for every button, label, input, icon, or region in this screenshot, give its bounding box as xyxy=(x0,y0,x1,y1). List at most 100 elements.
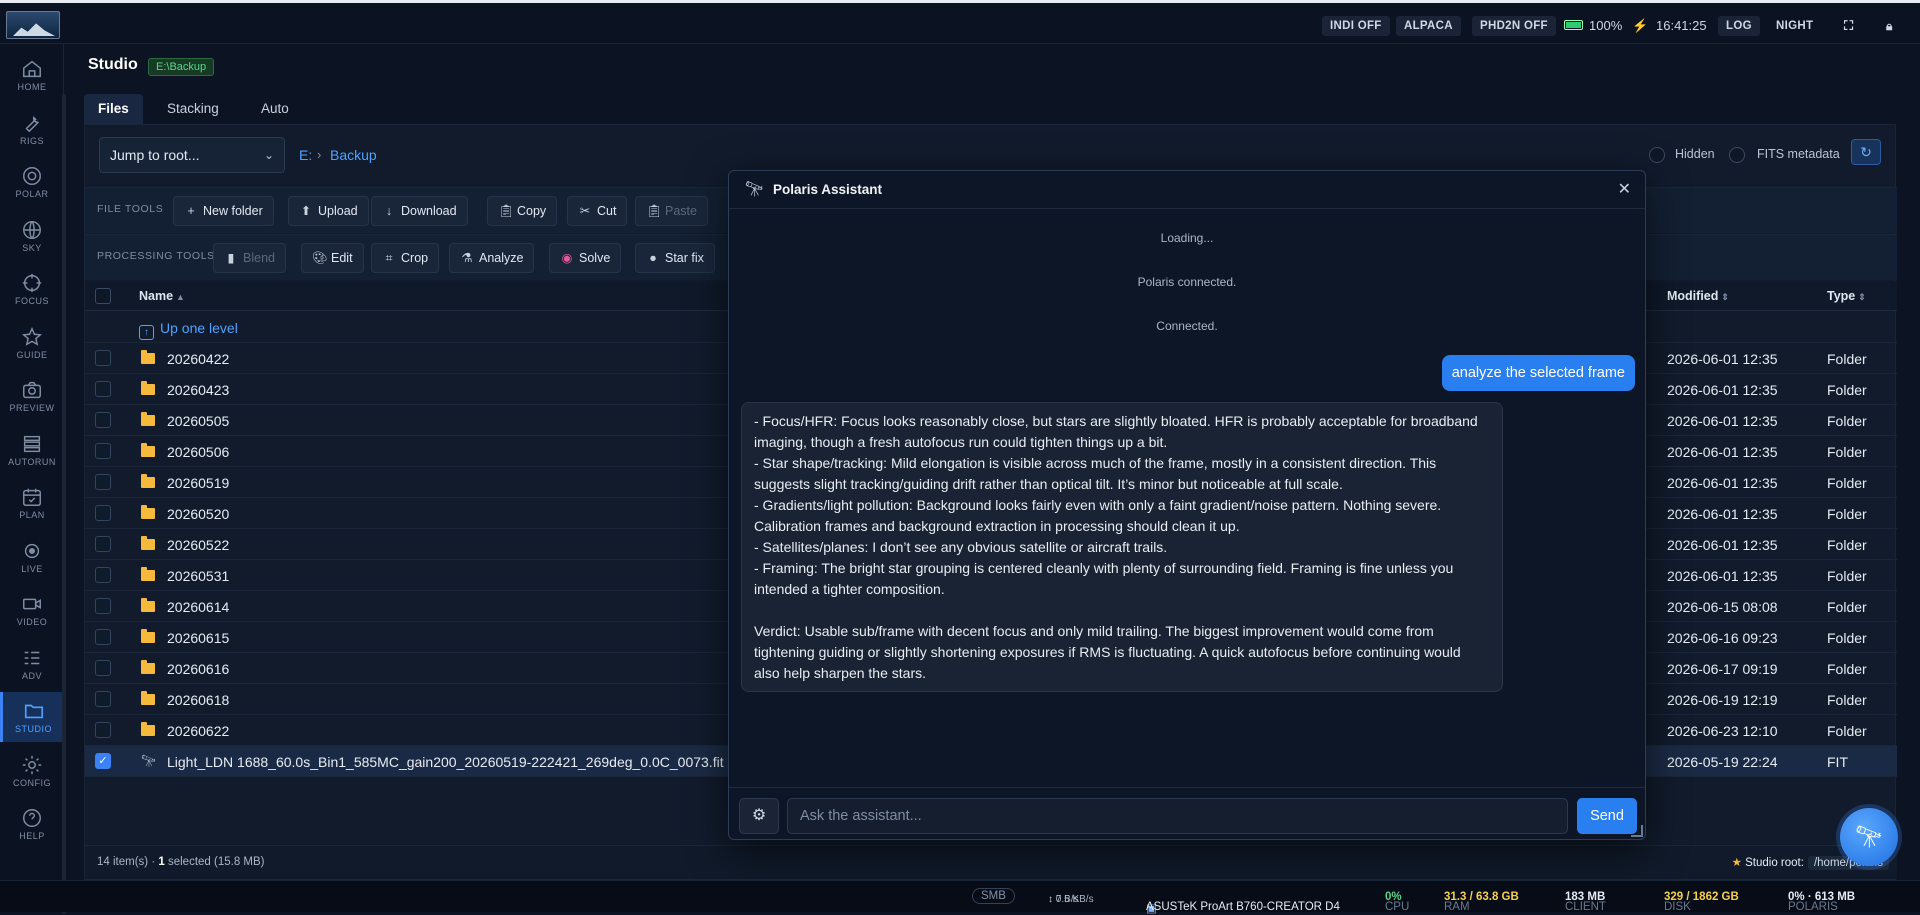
copy-button[interactable]: 📋︎ Copy xyxy=(487,196,558,226)
row-checkbox[interactable] xyxy=(95,629,111,645)
hidden-label: Hidden xyxy=(1675,147,1715,161)
download-button[interactable]: ↓ Download xyxy=(371,196,468,226)
tab-stacking[interactable]: Stacking xyxy=(153,94,233,124)
sidebar-item-label: FOCUS xyxy=(15,296,49,306)
row-checkbox[interactable] xyxy=(95,691,111,707)
file-name: 20260614 xyxy=(167,599,230,615)
column-type[interactable]: Type ⇕ xyxy=(1827,289,1866,303)
row-checkbox[interactable] xyxy=(95,660,111,676)
star-fix-icon: ● xyxy=(649,251,657,265)
breadcrumb-root[interactable]: E: xyxy=(299,147,312,163)
up-one-level-link[interactable]: ↑ Up one level xyxy=(139,320,238,340)
phd2-status[interactable]: PHD2N OFF xyxy=(1472,16,1556,36)
assistant-composer: ⚙ Ask the assistant... Send xyxy=(729,787,1645,839)
file-modified: 2026-06-01 12:35 xyxy=(1667,444,1778,460)
file-type: Folder xyxy=(1827,382,1867,398)
row-checkbox[interactable] xyxy=(95,567,111,583)
refresh-button[interactable]: ↻ xyxy=(1851,139,1881,165)
close-icon[interactable]: ✕ xyxy=(1618,179,1631,199)
row-checkbox[interactable]: ✓ xyxy=(95,753,111,769)
new-folder-button[interactable]: + New folder xyxy=(173,196,274,226)
indi-status[interactable]: INDI OFF xyxy=(1322,16,1390,36)
sidebar-item-adv[interactable]: ADV xyxy=(0,639,64,689)
tab-auto-workflow[interactable]: Auto Workflow xyxy=(247,94,330,146)
processing-tools-label: PROCESSING TOOLS xyxy=(97,250,215,262)
sidebar-item-plan[interactable]: PLAN xyxy=(0,478,64,528)
app-logo[interactable] xyxy=(6,11,60,39)
paste-icon: 📋︎ xyxy=(646,204,662,218)
sidebar-item-sky[interactable]: SKY xyxy=(0,211,64,261)
select-all-checkbox[interactable] xyxy=(95,288,111,304)
row-checkbox[interactable] xyxy=(95,381,111,397)
jump-select[interactable]: Jump to root... ⌄ xyxy=(99,137,285,173)
stat-label: DISK xyxy=(1664,901,1691,913)
row-checkbox[interactable] xyxy=(95,412,111,428)
sidebar-item-video[interactable]: VIDEO xyxy=(0,585,64,635)
folder-icon xyxy=(141,660,155,674)
sidebar-item-label: AUTORUN xyxy=(8,457,56,467)
fits-metadata-checkbox[interactable] xyxy=(1729,147,1745,163)
row-checkbox[interactable] xyxy=(95,598,111,614)
row-checkbox[interactable] xyxy=(95,474,111,490)
alpaca-status[interactable]: ALPACA xyxy=(1396,16,1461,36)
settings-button[interactable]: ⚙ xyxy=(739,798,779,834)
sidebar-item-preview[interactable]: PREVIEW xyxy=(0,371,64,421)
row-checkbox[interactable] xyxy=(95,350,111,366)
clock: 16:41:25 xyxy=(1656,18,1707,33)
file-name: 20260522 xyxy=(167,537,230,553)
sidebar-item-autorun[interactable]: AUTORUN xyxy=(0,425,64,475)
star-fix-button[interactable]: ● Star fix xyxy=(635,243,715,273)
column-modified[interactable]: Modified ⇕ xyxy=(1667,289,1729,303)
file-modified: 2026-06-15 08:08 xyxy=(1667,599,1778,615)
log-button[interactable]: LOG xyxy=(1718,16,1760,36)
lock-icon[interactable]: 🔒︎ xyxy=(1878,16,1901,36)
hidden-checkbox[interactable] xyxy=(1649,147,1665,163)
sidebar-item-studio[interactable]: STUDIO xyxy=(0,692,64,742)
file-modified: 2026-06-01 12:35 xyxy=(1667,475,1778,491)
night-button[interactable]: NIGHT xyxy=(1768,16,1821,36)
resize-handle[interactable] xyxy=(1631,825,1643,837)
row-checkbox[interactable] xyxy=(95,443,111,459)
sidebar-item-help[interactable]: HELP xyxy=(0,799,64,849)
file-modified: 2026-06-01 12:35 xyxy=(1667,506,1778,522)
file-name: 20260622 xyxy=(167,723,230,739)
row-checkbox[interactable] xyxy=(95,722,111,738)
sidebar-item-label: VIDEO xyxy=(16,617,48,627)
sidebar-item-live[interactable]: LIVE xyxy=(0,532,64,582)
sidebar-item-guide[interactable]: GUIDE xyxy=(0,318,64,368)
sidebar-scrollbar[interactable] xyxy=(62,94,66,914)
paste-button[interactable]: 📋︎ Paste xyxy=(635,196,708,226)
smb-indicator: SMB xyxy=(972,888,1015,904)
blend-button[interactable]: ▮ Blend xyxy=(213,243,286,273)
tab-files[interactable]: Files xyxy=(84,94,143,124)
assistant-fab-button[interactable]: 🔭︎ xyxy=(1840,808,1898,866)
sidebar-item-polar[interactable]: POLAR xyxy=(0,157,64,207)
send-button[interactable]: Send xyxy=(1577,798,1637,834)
crop-button[interactable]: ⌗ Crop xyxy=(371,243,440,273)
sidebar-item-rigs[interactable]: RIGS xyxy=(0,104,64,154)
analyze-button[interactable]: ⚗ Analyze xyxy=(449,243,535,273)
wrench-icon xyxy=(25,116,39,133)
sidebar-item-home[interactable]: HOME xyxy=(0,50,64,100)
reply-line: - Framing: The bright star grouping is c… xyxy=(754,560,1454,597)
file-name: 20260505 xyxy=(167,413,230,429)
row-checkbox[interactable] xyxy=(95,536,111,552)
edit-button[interactable]: 🎨︎ Edit xyxy=(301,243,364,273)
column-name[interactable]: Name ▲ xyxy=(139,289,185,303)
cut-button[interactable]: ✂ Cut xyxy=(567,196,628,226)
file-type: Folder xyxy=(1827,599,1867,615)
ram-stat: RAM 31.3 / 63.8 GB xyxy=(1444,891,1519,913)
button-label: Solve xyxy=(579,251,611,265)
folder-icon xyxy=(141,474,155,488)
solve-button[interactable]: ◉ Solve xyxy=(549,243,622,273)
column-label: Modified xyxy=(1667,289,1719,303)
crop-icon: ⌗ xyxy=(385,251,393,265)
assistant-input[interactable]: Ask the assistant... xyxy=(787,798,1568,834)
sidebar-item-focus[interactable]: FOCUS xyxy=(0,264,64,314)
upload-button[interactable]: ⬆ Upload xyxy=(288,196,369,226)
sidebar-item-config[interactable]: CONFIG xyxy=(0,746,64,796)
fullscreen-icon[interactable]: ⛶ xyxy=(1836,16,1861,36)
row-checkbox[interactable] xyxy=(95,505,111,521)
breadcrumb-current[interactable]: Backup xyxy=(330,147,377,163)
folder-icon xyxy=(141,350,155,364)
